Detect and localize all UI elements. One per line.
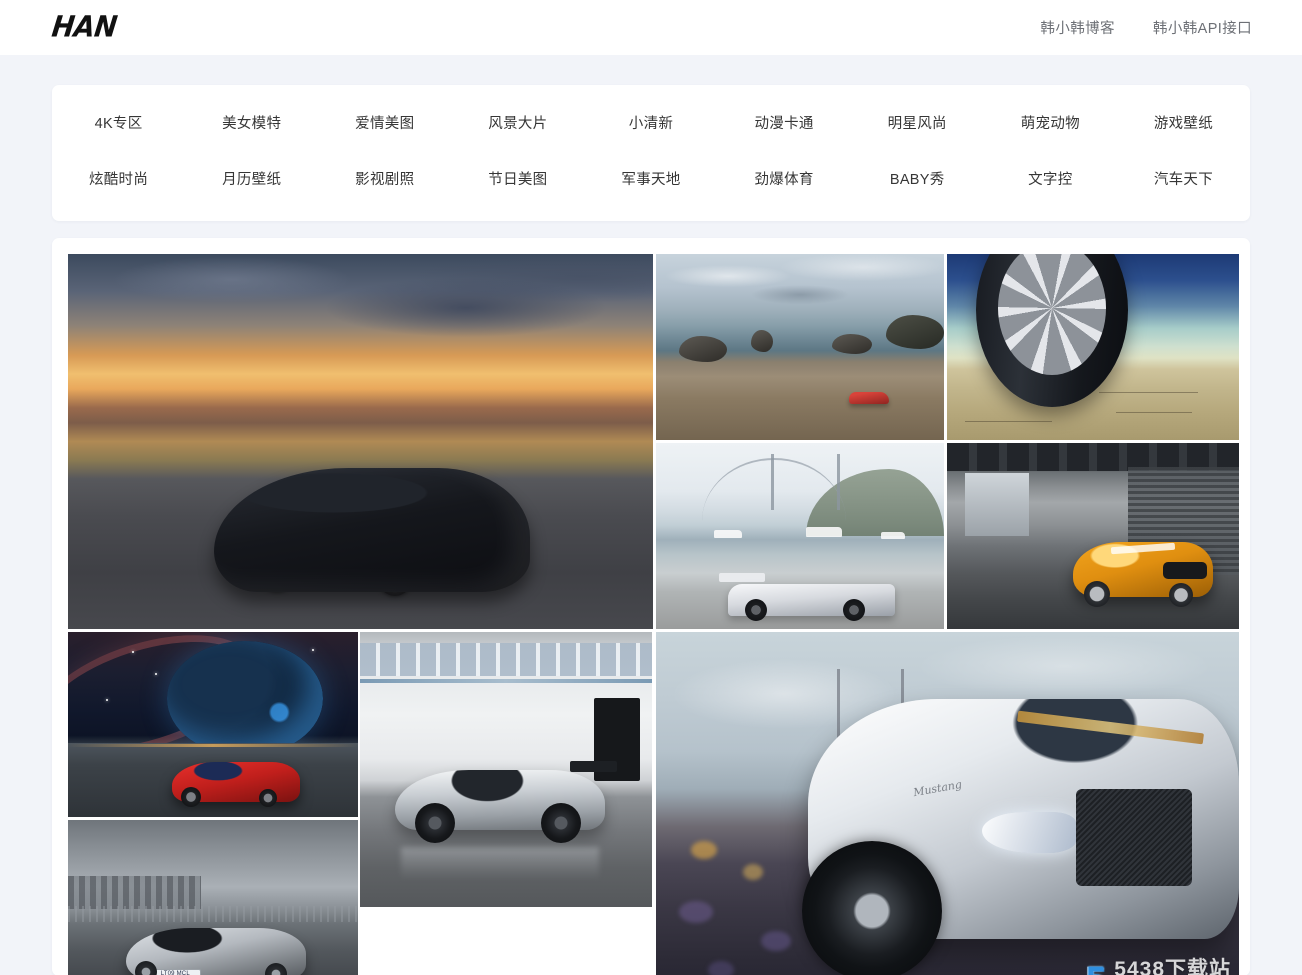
beach-image <box>656 254 944 440</box>
wallpaper-thumb-bmw-wheel[interactable] <box>947 254 1239 440</box>
nav-link-blog[interactable]: 韩小韩博客 <box>1040 17 1115 38</box>
rear-wing-shape <box>570 761 617 773</box>
wallpaper-thumb-orange-mustang[interactable] <box>947 443 1239 629</box>
wallpaper-thumb-f1-waterfront[interactable] <box>656 443 944 629</box>
category-item-model[interactable]: 美女模特 <box>185 107 318 141</box>
tire-shape <box>843 599 866 622</box>
category-item-pets[interactable]: 萌宠动物 <box>984 107 1117 141</box>
wallpaper-thumb-black-sports-car[interactable] <box>68 254 653 629</box>
wheel-shape <box>415 802 456 843</box>
category-item-film[interactable]: 影视剧照 <box>318 163 451 197</box>
black-sports-car-image <box>68 254 653 629</box>
headlight-detail-icon <box>433 524 468 537</box>
flower-bokeh <box>743 863 764 880</box>
orange-mustang-image <box>947 443 1239 629</box>
ceiling-beam <box>360 678 652 683</box>
red-car-shape <box>848 391 889 404</box>
wheel-detail-icon <box>258 554 297 592</box>
floor-reflection <box>400 846 600 880</box>
planet-shape <box>166 641 324 756</box>
wheel-shape <box>1168 582 1193 607</box>
star-dot <box>155 672 157 675</box>
wheel-shape <box>134 961 157 975</box>
star-dot <box>105 698 108 701</box>
wallpaper-thumb-beach[interactable] <box>656 254 944 440</box>
category-item-fresh[interactable]: 小清新 <box>584 107 717 141</box>
star-dot <box>131 650 134 653</box>
star-dot <box>311 648 314 651</box>
rock-shape <box>751 330 774 353</box>
category-item-love[interactable]: 爱情美图 <box>318 107 451 141</box>
grandstand-shape <box>68 875 202 910</box>
category-item-celebrity[interactable]: 明星风尚 <box>851 107 984 141</box>
wheel-detail-icon <box>378 561 413 596</box>
rock-shape <box>831 333 872 354</box>
window-band <box>360 643 652 676</box>
silver-supercar-image <box>360 632 652 907</box>
boat-shape <box>880 532 905 540</box>
category-item-text[interactable]: 文字控 <box>984 163 1117 197</box>
flower-bokeh <box>690 841 717 860</box>
category-item-fashion[interactable]: 炫酷时尚 <box>52 163 185 197</box>
category-card: 4K专区 美女模特 爱情美图 风景大片 小清新 动漫卡通 明星风尚 萌宠动物 游… <box>52 85 1250 221</box>
wallpaper-grid: LT09 MCL Mustang 5438下载站 <box>68 254 1239 975</box>
category-item-sports[interactable]: 劲爆体育 <box>718 163 851 197</box>
tire-shape <box>745 599 768 622</box>
front-wheel-shape <box>801 841 942 975</box>
f1-waterfront-image <box>656 443 944 629</box>
flower-bokeh <box>679 901 714 924</box>
bmw-wheel-image <box>947 254 1239 440</box>
flower-bokeh <box>760 931 791 952</box>
wheel-hub-detail <box>1035 291 1070 332</box>
page-body: 4K专区 美女模特 爱情美图 风景大片 小清新 动漫卡通 明星风尚 萌宠动物 游… <box>0 55 1302 975</box>
boat-shape <box>713 530 742 539</box>
category-item-games[interactable]: 游戏壁纸 <box>1117 107 1250 141</box>
fence-shape <box>68 905 358 923</box>
category-item-cars[interactable]: 汽车天下 <box>1117 163 1250 197</box>
bridge-tower <box>837 454 841 510</box>
nav-link-api[interactable]: 韩小韩API接口 <box>1153 17 1252 38</box>
category-item-festival[interactable]: 节日美图 <box>451 163 584 197</box>
grille-shape <box>1163 562 1207 579</box>
rock-shape <box>679 335 728 362</box>
category-grid: 4K专区 美女模特 爱情美图 风景大片 小清新 动漫卡通 明星风尚 萌宠动物 游… <box>52 107 1250 197</box>
ground-crack <box>1098 391 1199 393</box>
category-item-landscape[interactable]: 风景大片 <box>451 107 584 141</box>
headlight-shape <box>982 811 1076 853</box>
category-item-4k[interactable]: 4K专区 <box>52 107 185 141</box>
flower-bokeh <box>708 961 735 975</box>
site-header: HAN 韩小韩博客 韩小韩API接口 <box>0 0 1302 55</box>
planet-red-car-image <box>68 632 358 817</box>
silver-mclaren-image: LT09 MCL <box>68 820 358 975</box>
category-item-military[interactable]: 军事天地 <box>584 163 717 197</box>
wheel-shape <box>1084 580 1111 607</box>
ground-crack <box>964 421 1053 423</box>
grille-shape <box>1075 789 1193 887</box>
building-shape <box>964 472 1029 536</box>
wheel-shape <box>541 802 582 843</box>
category-item-calendar[interactable]: 月历壁纸 <box>185 163 318 197</box>
license-plate: LT09 MCL <box>149 968 202 975</box>
wallpaper-thumb-planet-red-car[interactable] <box>68 632 358 817</box>
bridge-tower <box>771 454 775 510</box>
white-mustang-image: Mustang <box>656 632 1239 975</box>
wallpaper-thumb-white-mustang[interactable]: Mustang 5 5438下载站 www.5438.com.cn <box>656 632 1239 975</box>
rock-shape <box>886 315 944 350</box>
boat-shape <box>805 526 842 537</box>
wallpaper-thumb-silver-mclaren[interactable]: LT09 MCL <box>68 820 358 975</box>
ground-crack <box>1116 412 1193 414</box>
category-item-anime[interactable]: 动漫卡通 <box>718 107 851 141</box>
rear-wing-shape <box>719 573 766 583</box>
wallpaper-thumb-silver-supercar[interactable] <box>360 632 652 907</box>
category-item-baby[interactable]: BABY秀 <box>851 163 984 197</box>
primary-nav: 韩小韩博客 韩小韩API接口 <box>1040 17 1252 38</box>
site-logo[interactable]: HAN <box>46 11 119 44</box>
gallery-card: LT09 MCL Mustang 5438下载站 <box>52 238 1250 975</box>
